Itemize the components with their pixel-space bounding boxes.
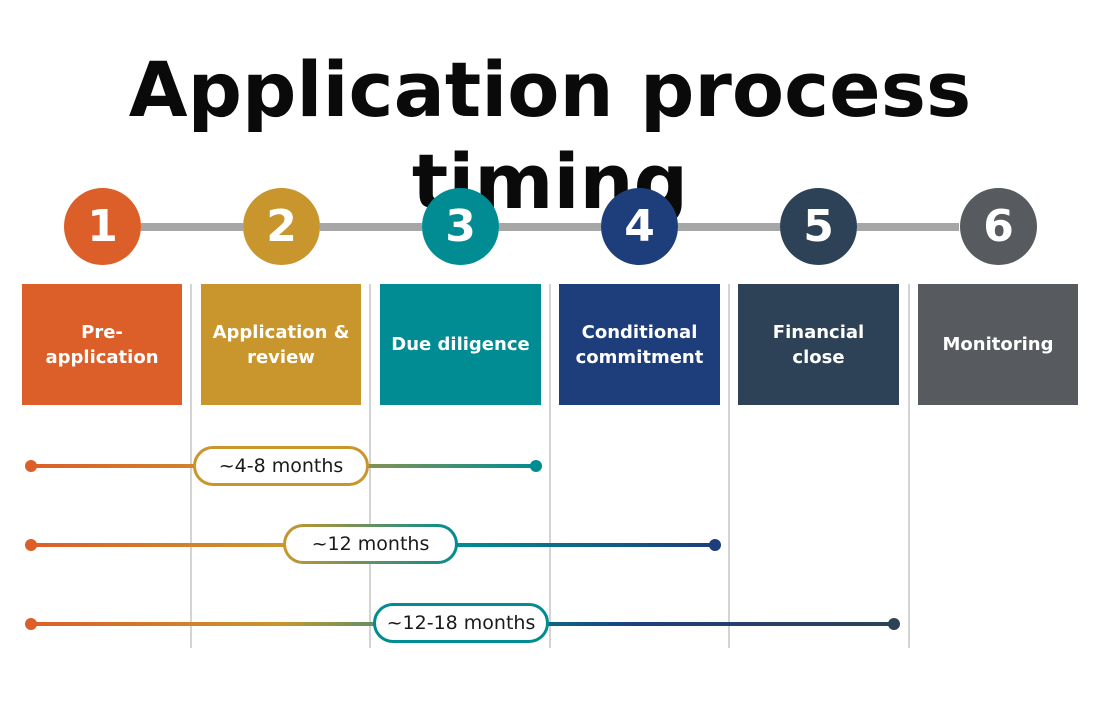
- timeline-start-dot: [25, 618, 37, 630]
- duration-pill-12-months: ~12 months: [283, 524, 458, 564]
- duration-label: ~4-8 months: [218, 455, 344, 477]
- duration-label: ~12 months: [311, 533, 430, 555]
- timeline-start-dot: [25, 460, 37, 472]
- timeline-start-dot: [25, 539, 37, 551]
- timeline-end-dot: [709, 539, 721, 551]
- duration-label: ~12-18 months: [386, 612, 536, 634]
- duration-pill-4-8-months: ~4-8 months: [193, 446, 369, 486]
- timeline-bars: [25, 460, 900, 630]
- timeline-end-dot: [530, 460, 542, 472]
- timeline-end-dot: [888, 618, 900, 630]
- duration-pill-12-18-months: ~12-18 months: [373, 603, 549, 643]
